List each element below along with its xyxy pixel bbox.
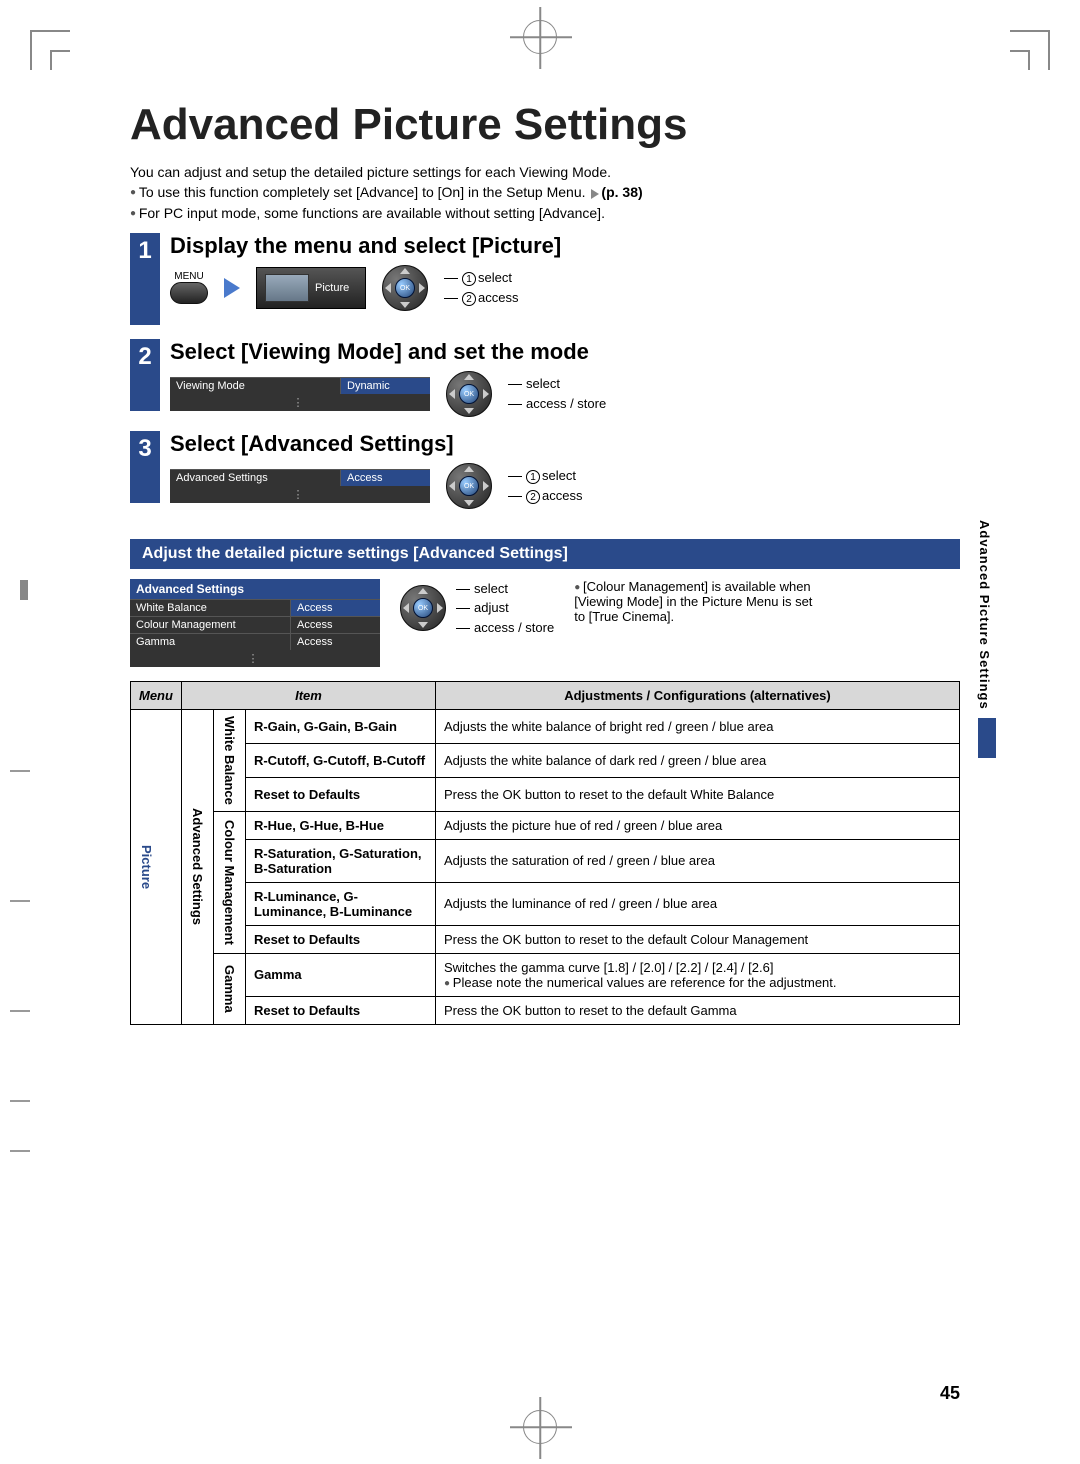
table-desc: Press the OK button to reset to the defa… xyxy=(435,777,959,811)
arrow-right-icon xyxy=(224,278,240,298)
dpad-legend: select adjust access / store xyxy=(456,579,554,638)
step-number-3: 3 xyxy=(130,431,160,503)
table-item: R-Cutoff, G-Cutoff, B-Cutoff xyxy=(245,743,435,777)
table-group-gamma: Gamma xyxy=(222,965,237,1013)
table-desc: Adjusts the saturation of red / green / … xyxy=(435,839,959,882)
table-item: R-Gain, G-Gain, B-Gain xyxy=(245,709,435,743)
table-desc: Adjusts the white balance of dark red / … xyxy=(435,743,959,777)
picture-thumbnail-icon xyxy=(265,274,309,302)
step-3: 3 Select [Advanced Settings] Advanced Se… xyxy=(130,431,960,509)
step-2: 2 Select [Viewing Mode] and set the mode… xyxy=(130,339,960,417)
intro-text: You can adjust and setup the detailed pi… xyxy=(130,162,960,223)
menu-button-icon xyxy=(170,282,208,304)
step-2-title: Select [Viewing Mode] and set the mode xyxy=(170,339,960,365)
table-desc: Switches the gamma curve [1.8] / [2.0] /… xyxy=(435,953,959,996)
advanced-settings-overview: Advanced Settings White BalanceAccess Co… xyxy=(130,579,960,667)
osd-advanced-settings-menu: Advanced Settings White BalanceAccess Co… xyxy=(130,579,380,667)
step-1-title: Display the menu and select [Picture] xyxy=(170,233,960,259)
dpad-legend: 1select 2access xyxy=(508,466,582,505)
side-tab-block xyxy=(978,718,996,758)
table-menu-picture: Picture xyxy=(139,845,154,889)
table-item: Reset to Defaults xyxy=(245,996,435,1024)
dpad-icon: OK xyxy=(446,371,492,417)
table-submenu-advanced: Advanced Settings xyxy=(190,808,205,925)
table-item: Reset to Defaults xyxy=(245,925,435,953)
step-3-title: Select [Advanced Settings] xyxy=(170,431,960,457)
table-item: R-Luminance, G-Luminance, B-Luminance xyxy=(245,882,435,925)
table-desc: Adjusts the white balance of bright red … xyxy=(435,709,959,743)
table-desc: Press the OK button to reset to the defa… xyxy=(435,996,959,1024)
page-title: Advanced Picture Settings xyxy=(130,100,960,150)
table-item: R-Hue, G-Hue, B-Hue xyxy=(245,811,435,839)
table-desc: Adjusts the picture hue of red / green /… xyxy=(435,811,959,839)
table-item: Reset to Defaults xyxy=(245,777,435,811)
table-group-white-balance: White Balance xyxy=(222,716,237,805)
side-tab-label: Advanced Picture Settings xyxy=(977,520,992,710)
step-number-2: 2 xyxy=(130,339,160,411)
dpad-icon: OK xyxy=(400,585,446,631)
step-1: 1 Display the menu and select [Picture] … xyxy=(130,233,960,325)
arrow-right-icon xyxy=(591,189,599,199)
page-number: 45 xyxy=(940,1383,960,1404)
osd-picture-tile: Picture xyxy=(256,267,366,309)
table-group-colour-management: Colour Management xyxy=(222,820,237,945)
osd-advanced-settings-row: Advanced SettingsAccess ⋮ xyxy=(170,469,430,503)
step-number-1: 1 xyxy=(130,233,160,325)
dpad-legend: select access / store xyxy=(508,374,606,413)
table-item: R-Saturation, G-Saturation, B-Saturation xyxy=(245,839,435,882)
osd-viewing-mode-menu: Viewing ModeDynamic ⋮ xyxy=(170,377,430,411)
table-item: Gamma xyxy=(245,953,435,996)
table-desc: Press the OK button to reset to the defa… xyxy=(435,925,959,953)
settings-table: Menu Item Adjustments / Configurations (… xyxy=(130,681,960,1025)
dpad-icon: OK xyxy=(446,463,492,509)
dpad-legend: 1select 2access xyxy=(444,268,518,307)
colour-management-note: [Colour Management] is available when [V… xyxy=(574,579,814,624)
menu-button-label: MENU xyxy=(174,271,203,282)
table-desc: Adjusts the luminance of red / green / b… xyxy=(435,882,959,925)
subsection-title: Adjust the detailed picture settings [Ad… xyxy=(130,539,960,569)
dpad-icon: OK xyxy=(382,265,428,311)
